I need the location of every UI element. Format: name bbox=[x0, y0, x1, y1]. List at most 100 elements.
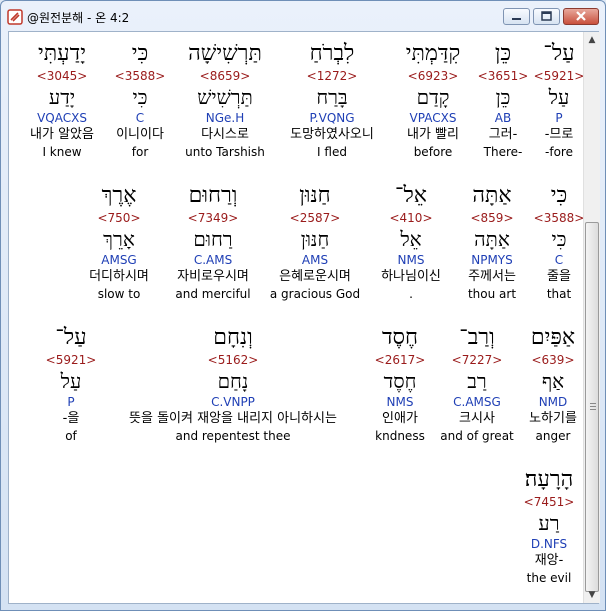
hebrew-word: כִּי bbox=[550, 183, 568, 208]
strong-number: <6923> bbox=[407, 69, 459, 83]
scrollbar-thumb[interactable] bbox=[585, 222, 599, 592]
korean-gloss: 줄을 bbox=[547, 269, 571, 284]
korean-gloss: 내가 알았음 bbox=[30, 127, 94, 142]
word-cell[interactable]: וְרַחוּם <7349> רַחוּם C.AMS 자비로우시며 and … bbox=[167, 182, 259, 302]
korean-gloss: 주께서는 bbox=[468, 269, 516, 284]
morph-code: AMS bbox=[301, 253, 329, 267]
strong-number: <750> bbox=[97, 211, 141, 225]
morph-code: VPACXS bbox=[409, 111, 457, 125]
word-cell[interactable]: לִבְרֹחַ <1272> בָּרַח P.VQNG 도망하였사오니 I … bbox=[277, 40, 387, 160]
english-gloss: unto Tarshish bbox=[185, 145, 265, 159]
english-gloss: of bbox=[65, 429, 77, 443]
minimize-button[interactable] bbox=[503, 8, 530, 25]
korean-gloss: 크시사 bbox=[459, 411, 495, 426]
korean-gloss: 다시스로 bbox=[201, 127, 249, 142]
morph-code: D.NFS bbox=[530, 537, 568, 551]
vertical-scrollbar[interactable]: ▲ ▼ bbox=[583, 32, 600, 603]
hebrew-lemma: בָּרַח bbox=[316, 85, 348, 109]
morph-code: NPMYS bbox=[471, 253, 513, 267]
strong-number: <5162> bbox=[207, 353, 259, 367]
hebrew-lemma: עַל bbox=[60, 369, 82, 393]
hebrew-word: חַנּוּן bbox=[299, 183, 331, 208]
hebrew-lemma: נָחַם bbox=[217, 369, 249, 393]
english-gloss: kndness bbox=[375, 429, 425, 443]
hebrew-word: וְרַחוּם bbox=[188, 183, 238, 208]
strong-number: <1272> bbox=[306, 69, 358, 83]
korean-gloss: 재앙- bbox=[534, 553, 564, 568]
word-cell[interactable]: יָדַעְתִּי <3045> יָדַע VQACXS 내가 알았음 I … bbox=[19, 40, 105, 160]
hebrew-lemma: כֵּן bbox=[495, 85, 511, 109]
hebrew-word: קִדַּמְתִּי bbox=[405, 41, 461, 66]
morph-code: P bbox=[67, 395, 75, 409]
english-gloss: anger bbox=[535, 429, 571, 443]
word-cell[interactable]: אֵל־ <410> אֵל NMS 하나님이신 . bbox=[371, 182, 451, 302]
hebrew-word: עַל־ bbox=[55, 325, 87, 350]
morph-code: AMSG bbox=[101, 253, 137, 267]
word-cell[interactable]: כִּי <3588> כִּי C 이니이다 for bbox=[109, 40, 171, 160]
word-cell[interactable]: הָרָעָה׃ <7451> רַע D.NFS 재앙- the evil bbox=[511, 466, 587, 586]
hebrew-word: עַל־ bbox=[543, 41, 575, 66]
hebrew-lemma: רַע bbox=[538, 511, 560, 535]
english-gloss: before bbox=[413, 145, 453, 159]
scroll-down-icon[interactable]: ▼ bbox=[586, 589, 598, 601]
hebrew-word: תַּרְשִׁישָׁה bbox=[188, 41, 262, 66]
korean-gloss: -므로 bbox=[544, 127, 574, 142]
hebrew-lemma: אַף bbox=[541, 369, 565, 393]
strong-number: <5921> bbox=[45, 353, 97, 367]
korean-gloss: -을 bbox=[62, 411, 80, 426]
morph-code: NMD bbox=[538, 395, 568, 409]
hebrew-word: יָדַעְתִּי bbox=[38, 41, 86, 66]
word-cell[interactable]: קִדַּמְתִּי <6923> קָדַם VPACXS 내가 빨리 be… bbox=[393, 40, 473, 160]
word-cell[interactable]: כִּי <3588> כִּי C 줄을 that bbox=[531, 182, 587, 302]
word-cell[interactable]: אֶרֶךְ <750> אָרֵךְ AMSG 더디하시며 slow to bbox=[77, 182, 161, 302]
hebrew-word: אַתָּה bbox=[472, 183, 512, 208]
word-cell[interactable]: אַתָּה <859> אַתָּה NPMYS 주께서는 thou art bbox=[457, 182, 527, 302]
word-cell[interactable]: וְנִחָם <5162> נָחַם C.VNPP 뜻을 돌이켜 재앙을 내… bbox=[105, 324, 361, 444]
morph-code: NGe.H bbox=[205, 111, 245, 125]
scroll-up-icon[interactable]: ▲ bbox=[586, 34, 598, 46]
strong-number: <2617> bbox=[374, 353, 426, 367]
grip-line bbox=[590, 409, 596, 410]
title-bar[interactable]: @원전분해 - 온 4:2 bbox=[1, 1, 605, 31]
word-cell[interactable]: וְרַב־ <7227> רַב C.AMSG 크시사 and of grea… bbox=[439, 324, 515, 444]
word-cell[interactable]: עַל־ <5921> עַל P -을 of bbox=[43, 324, 99, 444]
hebrew-word: וְרַב־ bbox=[459, 325, 495, 350]
strong-number: <639> bbox=[531, 353, 575, 367]
korean-gloss: 더디하시며 bbox=[89, 269, 149, 284]
korean-gloss: 그러- bbox=[488, 127, 518, 142]
morph-code: VQACXS bbox=[37, 111, 87, 125]
korean-gloss: 인애가 bbox=[382, 411, 418, 426]
close-button[interactable] bbox=[563, 8, 599, 25]
hebrew-word: אַפַּיִם bbox=[530, 325, 576, 350]
korean-gloss: 노하기를 bbox=[529, 411, 577, 426]
hebrew-lemma: רַב bbox=[467, 369, 487, 393]
strong-number: <5921> bbox=[533, 69, 585, 83]
korean-gloss: 이니이다 bbox=[116, 127, 164, 142]
verse-analysis-panel: עַל־ <5921> עַל P -므로 -fore כֵּן <3651> … bbox=[8, 31, 599, 604]
morph-code: NMS bbox=[397, 253, 425, 267]
english-gloss: slow to bbox=[97, 287, 141, 301]
hebrew-word: חֶסֶד bbox=[381, 325, 419, 350]
window-title: @원전분해 - 온 4:2 bbox=[27, 11, 130, 25]
maximize-button[interactable] bbox=[533, 8, 560, 25]
english-gloss: and merciful bbox=[175, 287, 251, 301]
korean-gloss: 내가 빨리 bbox=[407, 127, 459, 142]
strong-number: <859> bbox=[470, 211, 514, 225]
hebrew-lemma: כִּי bbox=[132, 85, 148, 109]
hebrew-word: אֵל־ bbox=[395, 183, 427, 208]
korean-gloss: 뜻을 돌이켜 재앙을 내리지 아니하시는 bbox=[129, 411, 337, 426]
hebrew-word: כִּי bbox=[131, 41, 149, 66]
strong-number: <3045> bbox=[36, 69, 88, 83]
hebrew-lemma: אֵל bbox=[400, 227, 422, 251]
strong-number: <410> bbox=[389, 211, 433, 225]
word-cell[interactable]: חֶסֶד <2617> חֶסֶד NMS 인애가 kndness bbox=[365, 324, 435, 444]
word-cell[interactable]: עַל־ <5921> עַל P -므로 -fore bbox=[531, 40, 587, 160]
english-gloss: thou art bbox=[467, 287, 517, 301]
word-cell[interactable]: חַנּוּן <2587> חַנּוּן AMS 은혜로운시며 a grac… bbox=[265, 182, 365, 302]
word-cell[interactable]: כֵּן <3651> כֵּן AB 그러- There- bbox=[475, 40, 531, 160]
word-cell[interactable]: תַּרְשִׁישָׁה <8659> תַּרְשִׁישׁ NGe.H 다… bbox=[177, 40, 273, 160]
hebrew-lemma: עַל bbox=[548, 85, 570, 109]
korean-gloss: 도망하였사오니 bbox=[290, 127, 374, 142]
hebrew-lemma: אָרֵךְ bbox=[103, 227, 135, 251]
word-cell[interactable]: אַפַּיִם <639> אַף NMD 노하기를 anger bbox=[519, 324, 587, 444]
